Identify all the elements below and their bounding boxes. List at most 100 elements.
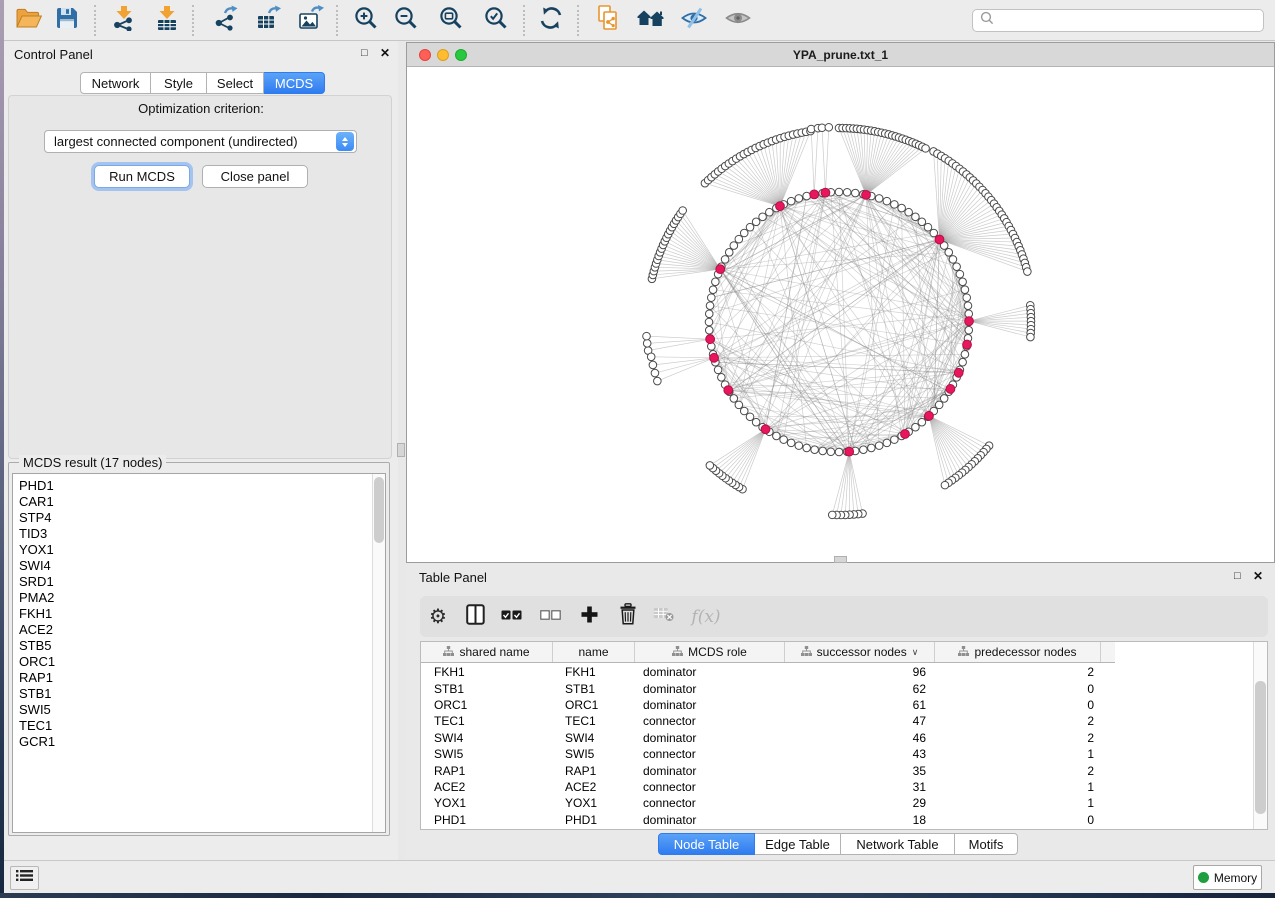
column-header-shared-name[interactable]: shared name [421, 642, 553, 662]
cell-predecessor-nodes: 0 [935, 698, 1101, 712]
import-table-button[interactable] [149, 3, 185, 38]
search-icon [979, 10, 995, 31]
houses-icon [637, 7, 665, 34]
mcds-result-item[interactable]: TEC1 [13, 718, 385, 734]
mcds-result-item[interactable]: STB5 [13, 638, 385, 654]
desktop-wallpaper-strip-bottom [0, 893, 1275, 898]
zoom-fit-button[interactable] [433, 3, 469, 38]
network-overview-button[interactable] [633, 3, 669, 38]
table-row[interactable]: SWI5SWI5connector431 [421, 746, 1115, 762]
import-table-icon [154, 5, 180, 36]
show-columns-button[interactable] [460, 602, 490, 631]
mcds-result-item[interactable]: YOX1 [13, 542, 385, 558]
zoom-out-button[interactable] [388, 3, 424, 38]
zoom-out-icon [394, 6, 418, 35]
table-row[interactable]: FKH1FKH1dominator962 [421, 664, 1115, 680]
create-column-button[interactable] [574, 602, 604, 631]
sitemap-icon [958, 645, 969, 659]
search-field[interactable] [972, 9, 1264, 32]
tab-node-table[interactable]: Node Table [658, 833, 755, 855]
mcds-result-item[interactable]: SWI5 [13, 702, 385, 718]
float-panel-icon[interactable]: □ [361, 47, 368, 59]
mcds-result-list[interactable]: PHD1CAR1STP4TID3YOX1SWI4SRD1PMA2FKH1ACE2… [12, 473, 386, 833]
network-window-titlebar[interactable]: YPA_prune.txt_1 [407, 43, 1274, 67]
tab-mcds[interactable]: MCDS [264, 72, 325, 94]
network-canvas[interactable] [407, 67, 1274, 562]
plus-icon [581, 606, 598, 628]
memory-button[interactable]: Memory [1193, 865, 1262, 890]
mcds-result-item[interactable]: PMA2 [13, 590, 385, 606]
table-row[interactable]: TEC1TEC1connector472 [421, 713, 1115, 729]
table-settings-button[interactable]: ⚙ [423, 602, 453, 631]
close-panel-icon[interactable]: ✕ [380, 46, 390, 60]
close-panel-button[interactable]: Close panel [202, 165, 308, 188]
column-header-mcds-role[interactable]: MCDS role [635, 642, 785, 662]
hide-graphics-details-button[interactable] [676, 3, 712, 38]
control-panel-tabs: Network Style Select MCDS [80, 72, 325, 94]
network-graph[interactable] [407, 67, 1274, 562]
mcds-result-item[interactable]: STP4 [13, 510, 385, 526]
table-row[interactable]: RAP1RAP1dominator352 [421, 762, 1115, 778]
search-input[interactable] [995, 14, 1263, 28]
table-row[interactable]: PHD1PHD1dominator180 [421, 812, 1115, 828]
import-network-button[interactable] [106, 3, 142, 38]
mcds-result-item[interactable]: CAR1 [13, 494, 385, 510]
column-header-name[interactable]: name [553, 642, 635, 662]
table-close-panel-icon[interactable]: ✕ [1253, 569, 1263, 583]
column-header-predecessor-nodes[interactable]: predecessor nodes [935, 642, 1101, 662]
mcds-result-item[interactable]: TID3 [13, 526, 385, 542]
table-row[interactable]: SWI4SWI4dominator462 [421, 730, 1115, 746]
select-all-button[interactable] [496, 602, 526, 631]
table-row[interactable]: YOX1YOX1connector291 [421, 795, 1115, 811]
save-session-button[interactable] [49, 3, 85, 38]
table-float-panel-icon[interactable]: □ [1234, 570, 1241, 582]
table-scrollbar[interactable] [1253, 642, 1267, 829]
column-header-successor-nodes[interactable]: successor nodes ∨ [785, 642, 935, 662]
export-network-button[interactable] [208, 3, 244, 38]
apply-layout-button[interactable] [533, 3, 569, 38]
table-row[interactable]: ORC1ORC1dominator610 [421, 697, 1115, 713]
mcds-result-item[interactable]: SRD1 [13, 574, 385, 590]
zoom-in-button[interactable] [348, 3, 384, 38]
tab-select[interactable]: Select [207, 72, 264, 94]
mcds-result-item[interactable]: PHD1 [13, 478, 385, 494]
tab-edge-table[interactable]: Edge Table [755, 833, 841, 855]
cell-successor-nodes: 46 [785, 731, 935, 745]
mcds-result-item[interactable]: SWI4 [13, 558, 385, 574]
duplicate-network-button[interactable] [590, 3, 626, 38]
table-row[interactable]: ACE2ACE2connector311 [421, 779, 1115, 795]
tab-network[interactable]: Network [80, 72, 151, 94]
horizontal-splitter-grip[interactable] [834, 556, 847, 563]
table-row[interactable]: STB1STB1dominator620 [421, 680, 1115, 696]
mcds-result-item[interactable]: FKH1 [13, 606, 385, 622]
open-session-button[interactable] [11, 3, 47, 38]
tab-motifs[interactable]: Motifs [955, 833, 1018, 855]
cell-successor-nodes: 29 [785, 796, 935, 810]
criterion-dropdown[interactable]: largest connected component (undirected) [44, 130, 357, 153]
export-image-button[interactable] [293, 3, 329, 38]
run-mcds-button[interactable]: Run MCDS [94, 165, 190, 188]
cell-successor-nodes: 96 [785, 665, 935, 679]
cell-shared-name: SWI5 [421, 747, 553, 761]
zoom-selected-button[interactable] [478, 3, 514, 38]
mcds-list-scrollbar[interactable] [372, 474, 385, 832]
delete-column-button[interactable] [613, 602, 643, 631]
checked-boxes-icon [501, 608, 522, 626]
cell-mcds-role: dominator [635, 813, 785, 827]
mcds-result-item[interactable]: ORC1 [13, 654, 385, 670]
tab-network-table[interactable]: Network Table [841, 833, 955, 855]
cell-mcds-role: connector [635, 714, 785, 728]
mcds-result-item[interactable]: RAP1 [13, 670, 385, 686]
show-tasks-button[interactable] [10, 866, 39, 890]
vertical-splitter-grip[interactable] [397, 443, 405, 457]
mcds-result-item[interactable]: ACE2 [13, 622, 385, 638]
cell-name: ORC1 [553, 698, 635, 712]
mcds-result-item[interactable]: GCR1 [13, 734, 385, 750]
show-graphics-details-button[interactable] [720, 3, 756, 38]
export-table-button[interactable] [251, 3, 287, 38]
deselect-all-button[interactable] [535, 602, 565, 631]
table-panel-tabs: Node Table Edge Table Network Table Moti… [658, 833, 1018, 855]
mcds-result-item[interactable]: STB1 [13, 686, 385, 702]
tab-style[interactable]: Style [151, 72, 207, 94]
refresh-icon [539, 6, 563, 35]
